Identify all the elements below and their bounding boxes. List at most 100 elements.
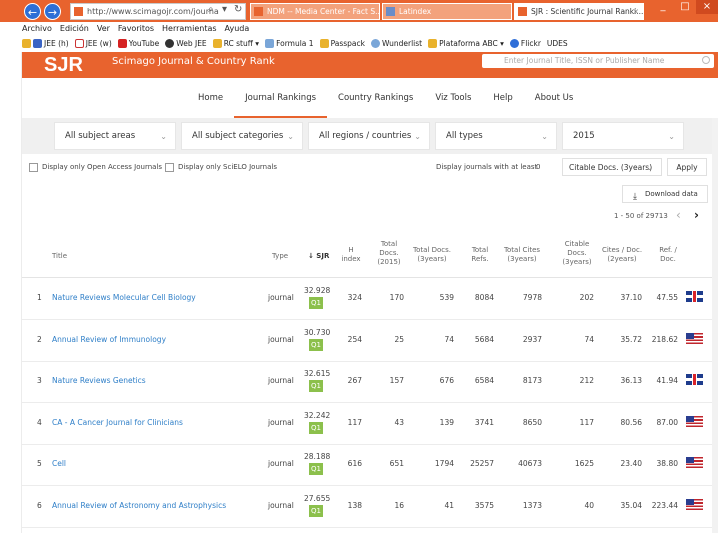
sjr-favicon-icon: [518, 7, 527, 16]
search-icon[interactable]: [702, 56, 710, 64]
bookmark-label: Web JEE: [176, 38, 207, 48]
table-row[interactable]: 5 Cell journal 616 651 1794 25257 40673 1625 23.4…: [22, 444, 712, 486]
col-h-index[interactable]: H index: [340, 246, 362, 264]
menu-item[interactable]: Favoritos: [118, 22, 154, 35]
citable-docs-select[interactable]: Citable Docs. (3years) ⌄: [562, 158, 662, 176]
citable-docs-value: 1625: [574, 459, 594, 468]
table-row[interactable]: 3 Nature Reviews Genetics journal 267 157 676…: [22, 361, 712, 403]
bookmark-item[interactable]: Web JEE: [165, 38, 207, 49]
journal-title-link[interactable]: CA - A Cancer Journal for Clinicians: [52, 418, 183, 427]
row-rank: 6: [37, 501, 42, 510]
sjr-value: 30.730: [304, 328, 331, 337]
download-data-button[interactable]: ⤓ Download data: [622, 185, 708, 203]
col-sjr[interactable]: ↓ SJR: [308, 252, 329, 261]
table-row[interactable]: 4 CA - A Cancer Journal for Clinicians jou…: [22, 403, 712, 445]
nav-help[interactable]: Help: [482, 78, 523, 118]
bookmark-item[interactable]: Plataforma ABC ▾: [428, 39, 504, 49]
bookmark-item[interactable]: YouTube: [117, 39, 159, 49]
menu-item[interactable]: Archivo: [22, 22, 52, 35]
bookmark-item[interactable]: JEE (h): [22, 39, 69, 49]
col-total-docs-3y[interactable]: Total Docs. (3years): [410, 246, 454, 264]
year-value: 2015: [573, 131, 595, 141]
journal-search-input[interactable]: Enter Journal Title, ISSN or Publisher N…: [482, 54, 714, 68]
col-title[interactable]: Title: [52, 252, 67, 261]
page-scrollbar[interactable]: [712, 118, 718, 533]
menu-item[interactable]: Ver: [97, 22, 110, 35]
col-total-cites-3y[interactable]: Total Cites (3years): [502, 246, 542, 264]
bookmark-item[interactable]: RC stuff ▾: [212, 39, 259, 49]
bookmark-item[interactable]: Wunderlist: [370, 39, 422, 49]
chevron-right-icon[interactable]: ›: [694, 208, 699, 222]
types-select[interactable]: All types ⌄: [435, 122, 557, 150]
cites-doc-value: 36.13: [620, 376, 642, 385]
apply-button[interactable]: Apply: [667, 158, 707, 176]
year-select[interactable]: 2015 ⌄: [562, 122, 684, 150]
menu-item[interactable]: Ayuda: [225, 22, 250, 35]
regions-select[interactable]: All regions / countries ⌄: [308, 122, 430, 150]
scielo-checkbox[interactable]: [165, 163, 174, 172]
docs-3y-value: 139: [439, 418, 454, 427]
table-row[interactable]: 2 Annual Review of Immunology journal 254 25…: [22, 320, 712, 362]
col-citable-docs-3y[interactable]: Citable Docs. (3years): [560, 240, 594, 267]
journal-title-link[interactable]: Nature Reviews Genetics: [52, 376, 146, 385]
bookmark-item[interactable]: JEE (w): [74, 39, 112, 49]
maximize-icon[interactable]: □: [674, 0, 696, 14]
row-rank: 4: [37, 418, 42, 427]
dropdown-icon[interactable]: ▾: [222, 4, 227, 15]
row-rank: 3: [37, 376, 42, 385]
subject-categories-select[interactable]: All subject categories ⌄: [181, 122, 303, 150]
col-total-docs-2015[interactable]: Total Docs. (2015): [374, 240, 404, 267]
tab-sjr[interactable]: SJR : Scientific Journal Ranki... ×: [514, 3, 644, 20]
chevron-left-icon[interactable]: ‹: [676, 208, 681, 222]
journal-title-link[interactable]: Annual Review of Immunology: [52, 335, 166, 344]
sjr-value: 27.655: [304, 494, 331, 503]
quartile-badge: Q1: [309, 339, 323, 351]
address-bar[interactable]: http://www.scimagojr.com/journa: [70, 3, 246, 20]
subject-categories-value: All subject categories: [192, 131, 284, 141]
bookmark-item[interactable]: Flickr: [509, 39, 541, 49]
refresh-icon[interactable]: ↻: [234, 4, 242, 15]
search-icon[interactable]: ⌕: [208, 4, 214, 15]
us-flag-icon: [686, 457, 703, 468]
bookmark-item[interactable]: UDES: [547, 39, 568, 48]
close-tab-icon[interactable]: ×: [633, 4, 639, 19]
citable-docs-value: 40: [584, 501, 594, 510]
ndm-favicon-icon: [254, 7, 263, 16]
nav-country-rankings[interactable]: Country Rankings: [327, 78, 424, 118]
journal-title-link[interactable]: Nature Reviews Molecular Cell Biology: [52, 293, 196, 302]
tab-ndm[interactable]: NDM -- Media Center - Fact S...: [250, 3, 380, 20]
bookmark-item[interactable]: Passpack: [319, 39, 365, 49]
bookmark-item[interactable]: Formula 1: [265, 39, 314, 49]
tab-latindex[interactable]: Latindex: [382, 3, 512, 20]
forward-icon[interactable]: →: [44, 3, 61, 20]
subject-areas-select[interactable]: All subject areas ⌄: [54, 122, 176, 150]
minimize-icon[interactable]: _: [652, 0, 674, 14]
nav-viz-tools[interactable]: Viz Tools: [424, 78, 482, 118]
nav-about-us[interactable]: About Us: [524, 78, 584, 118]
journal-title-link[interactable]: Cell: [52, 459, 66, 468]
menu-item[interactable]: Edición: [60, 22, 89, 35]
open-access-checkbox[interactable]: [29, 163, 38, 172]
uk-flag-icon: [686, 291, 703, 302]
youtube-icon: [117, 39, 127, 49]
col-cites-doc-2y[interactable]: Cites / Doc. (2years): [600, 246, 644, 264]
bookmark-label: JEE (h): [44, 38, 69, 48]
nav-home[interactable]: Home: [187, 78, 234, 118]
search-placeholder: Enter Journal Title, ISSN or Publisher N…: [504, 56, 665, 65]
col-ref-doc[interactable]: Ref. / Doc.: [654, 246, 682, 264]
nav-journal-rankings[interactable]: Journal Rankings: [234, 78, 328, 118]
row-rank: 2: [37, 335, 42, 344]
menu-item[interactable]: Herramientas: [162, 22, 217, 35]
sjr-logo[interactable]: SJR: [44, 54, 83, 77]
ref-doc-value: 41.94: [656, 376, 678, 385]
close-window-icon[interactable]: ×: [696, 0, 718, 14]
col-total-refs[interactable]: Total Refs.: [466, 246, 494, 264]
journal-title-link[interactable]: Annual Review of Astronomy and Astrophys…: [52, 501, 226, 510]
ref-doc-value: 38.80: [656, 459, 678, 468]
table-row[interactable]: 1 Nature Reviews Molecular Cell Biology jo…: [22, 278, 712, 320]
min-journals-input[interactable]: 0: [536, 163, 540, 171]
table-row[interactable]: 6 Annual Review of Astronomy and Astrophy…: [22, 486, 712, 528]
col-type[interactable]: Type: [272, 252, 288, 261]
back-icon[interactable]: ←: [24, 3, 41, 20]
latindex-favicon-icon: [386, 7, 395, 16]
